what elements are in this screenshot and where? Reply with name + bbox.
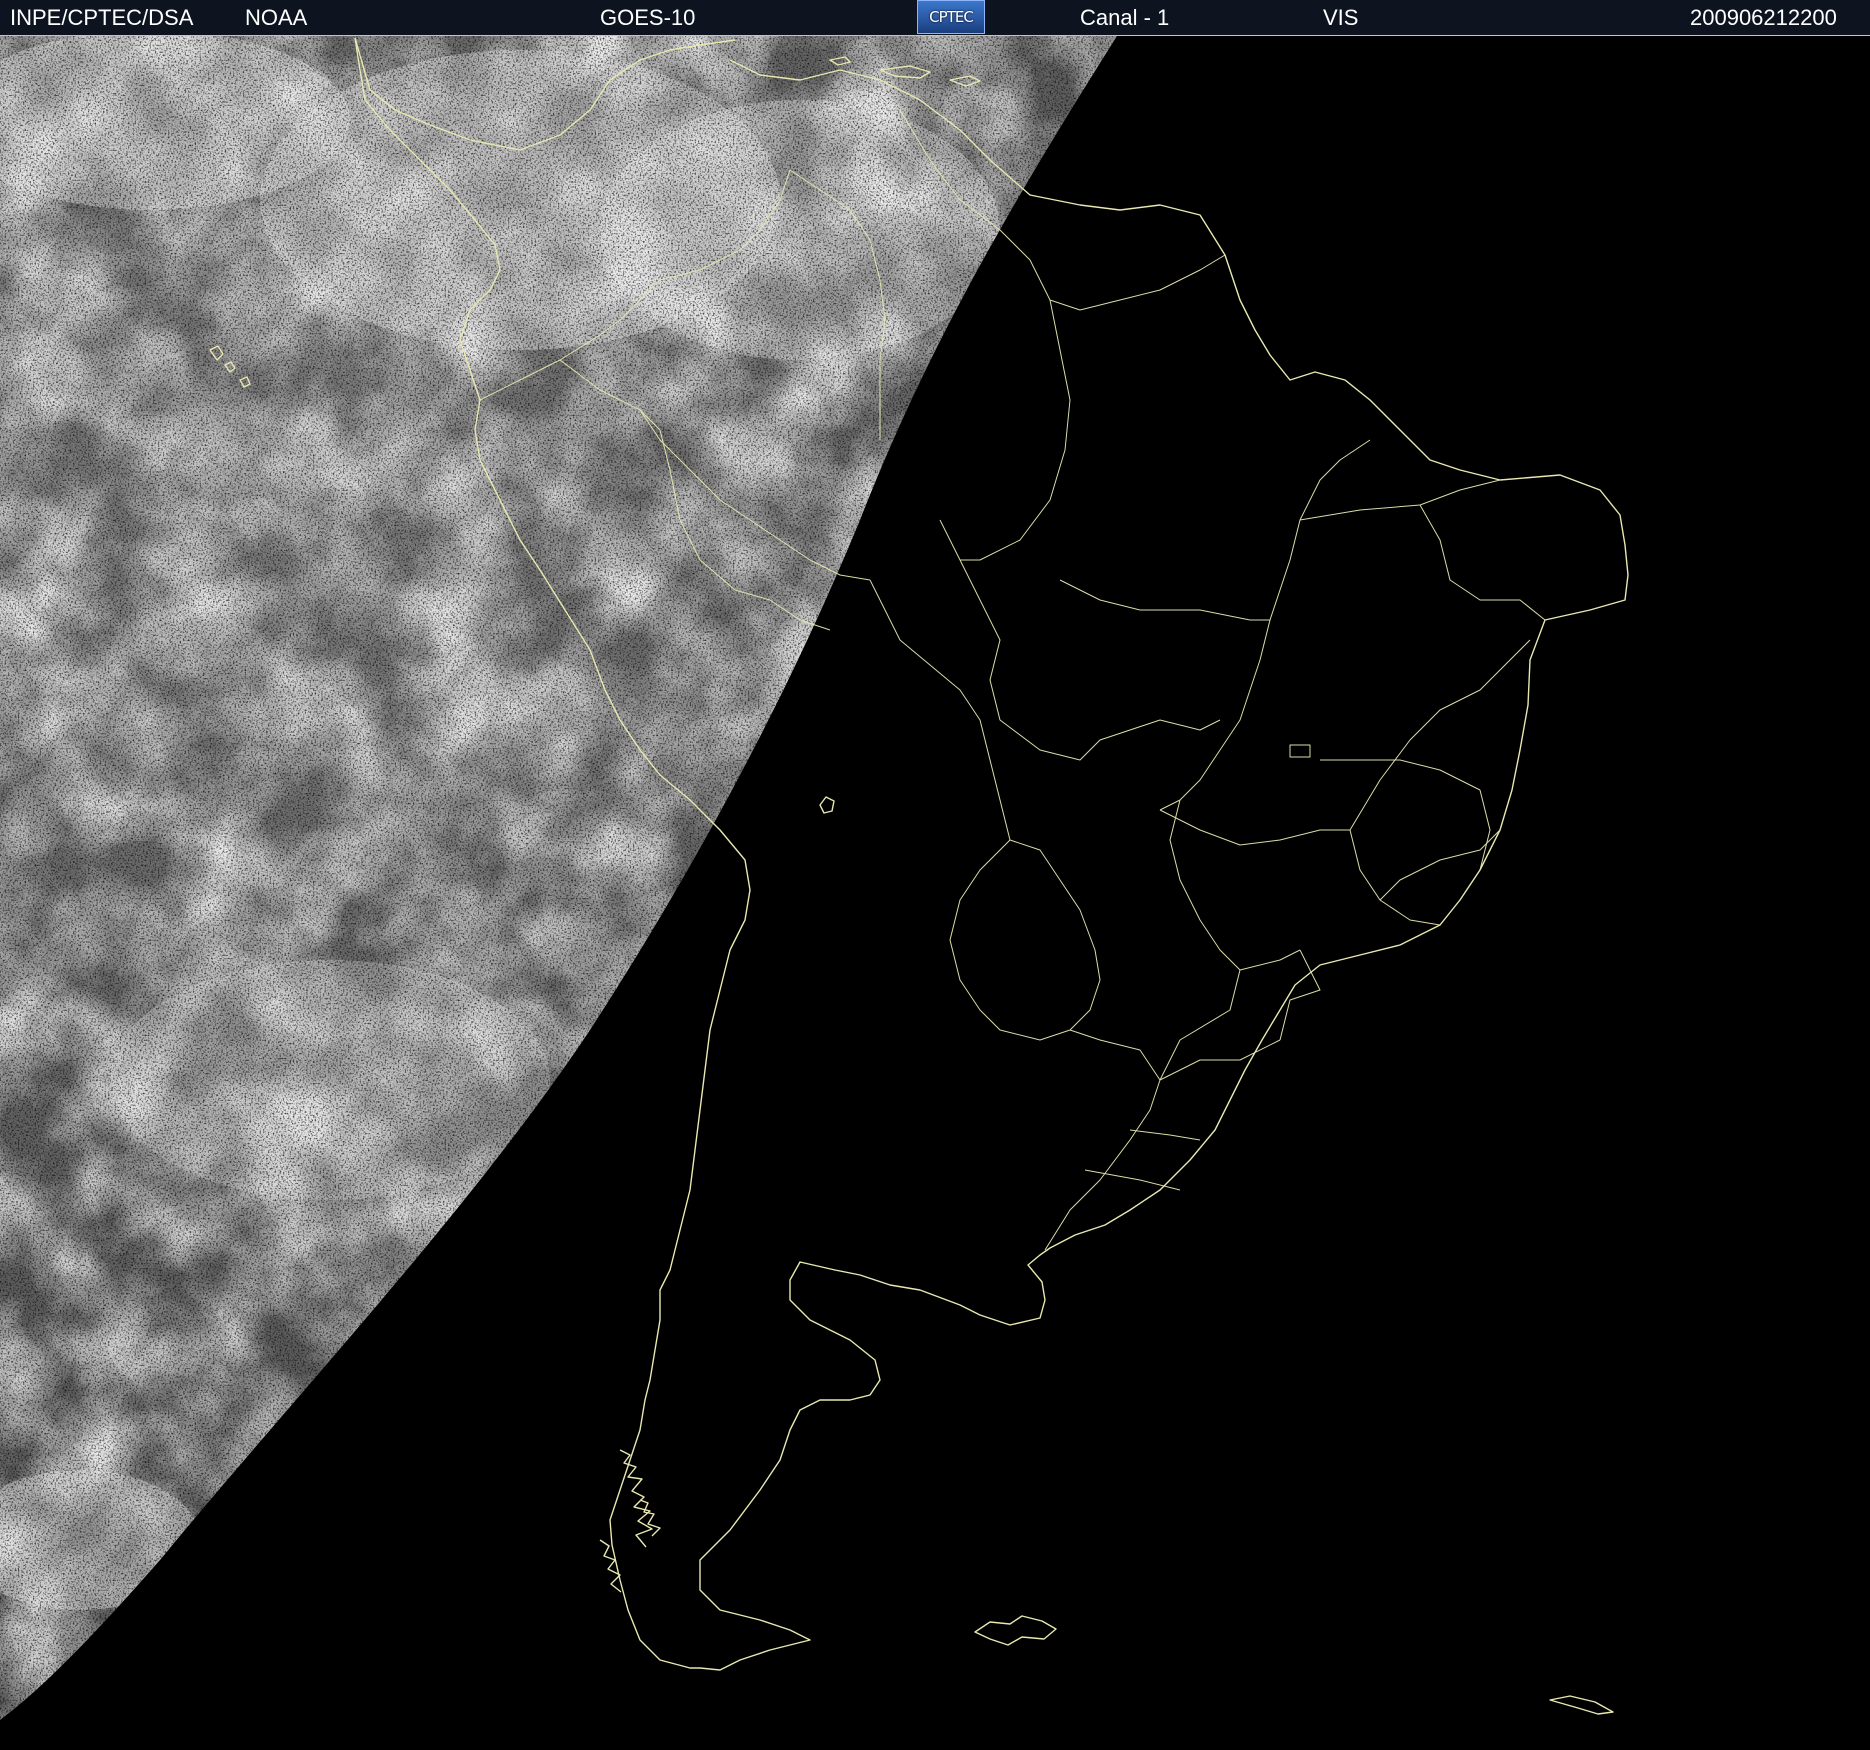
satellite-image [0, 36, 1870, 1750]
channel-label: Canal - 1 [1080, 5, 1170, 30]
agency-label: INPE/CPTEC/DSA [10, 5, 194, 30]
cptec-logo-text: CPTEC [929, 8, 974, 26]
band-label: VIS [1323, 5, 1359, 30]
satellite-label: GOES-10 [600, 5, 696, 30]
timestamp-label: 200906212200 [1690, 5, 1837, 30]
satellite-image-svg [0, 36, 1870, 1750]
cptec-logo: CPTEC [917, 0, 985, 34]
noaa-label: NOAA [245, 5, 308, 30]
header-bar: INPE/CPTEC/DSA NOAA GOES-10 CPTEC Canal … [0, 0, 1870, 36]
